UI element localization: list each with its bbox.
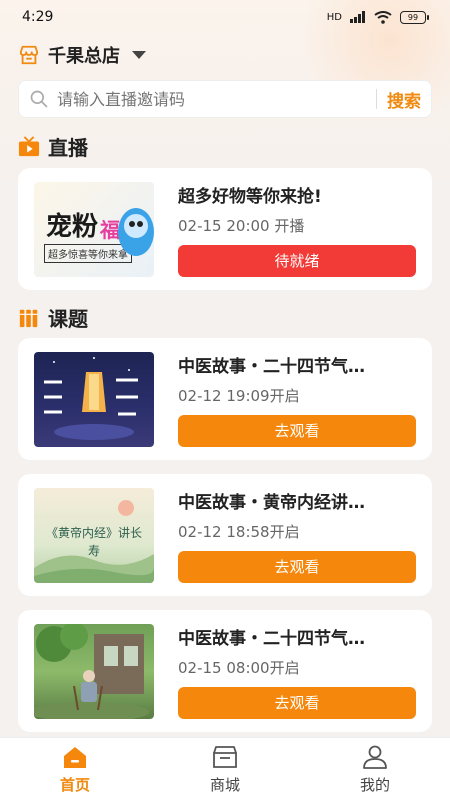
store-icon [19, 45, 39, 65]
course-card[interactable]: 中医故事・二十四节气… 02-15 08:00开启 去观看 [18, 610, 432, 732]
course-title: 中医故事・黄帝内经讲… [178, 492, 365, 513]
wifi-icon [374, 10, 392, 24]
tab-home[interactable]: 首页 [0, 738, 150, 800]
mascot-image [118, 207, 154, 256]
tv-icon [18, 135, 40, 156]
course-time: 02-12 18:58开启 [178, 523, 300, 541]
pending-button[interactable]: 待就绪 [178, 244, 416, 277]
course-title: 中医故事・二十四节气… [178, 356, 365, 377]
live-card-body: 超多好物等你来抢! 02-15 20:00 开播 待就绪 [178, 182, 416, 277]
course-time: 02-15 08:00开启 [178, 659, 300, 677]
watch-button[interactable]: 去观看 [178, 686, 416, 719]
tab-shop[interactable]: 商城 [150, 738, 300, 800]
live-section-header: 直播 [18, 132, 88, 161]
battery-icon: 99 [400, 10, 429, 24]
live-card[interactable]: 宠粉 福利 超多惊喜等你来拿 超多好物等你来抢! 02-15 20:00 开播 … [18, 168, 432, 290]
garden-image [34, 623, 149, 719]
course-thumbnail [34, 351, 154, 447]
live-title: 超多好物等你来抢! [178, 186, 322, 207]
watch-button[interactable]: 去观看 [178, 550, 416, 583]
course-card-body: 中医故事・二十四节气… 02-12 19:09开启 去观看 [178, 352, 416, 447]
profile-icon [363, 745, 387, 769]
course-title: 中医故事・二十四节气… [178, 628, 365, 649]
course-section-title: 课题 [48, 307, 88, 331]
network-label: HD [326, 11, 342, 23]
chevron-down-icon [132, 51, 146, 59]
live-section-title: 直播 [48, 136, 88, 160]
status-time: 4:29 [22, 9, 54, 25]
bottom-tab-bar: 首页 商城 我的 [0, 737, 450, 800]
course-card-body: 中医故事・黄帝内经讲… 02-12 18:58开启 去观看 [178, 488, 416, 583]
status-icons: HD 99 [326, 10, 429, 24]
course-card-body: 中医故事・二十四节气… 02-15 08:00开启 去观看 [178, 624, 416, 719]
signal-icon [350, 11, 365, 23]
store-selector[interactable]: 千果总店 [18, 42, 146, 68]
battery-level: 99 [407, 12, 419, 22]
status-bar: 4:29 HD 99 [0, 0, 450, 34]
search-icon [30, 90, 48, 108]
course-card[interactable]: 《黄帝内经》讲长寿 中医故事・黄帝内经讲… 02-12 18:58开启 去观看 [18, 474, 432, 596]
course-thumbnail: 《黄帝内经》讲长寿 [34, 487, 154, 583]
search-button[interactable]: 搜索 [387, 87, 421, 112]
tab-profile[interactable]: 我的 [300, 738, 450, 800]
home-icon [64, 746, 86, 768]
shop-icon [213, 745, 237, 768]
watch-button[interactable]: 去观看 [178, 414, 416, 447]
course-section-header: 课题 [18, 303, 88, 332]
live-thumbnail: 宠粉 福利 超多惊喜等你来拿 [34, 181, 154, 277]
live-thumb-main-text: 宠粉 [46, 211, 99, 242]
course-thumb-text: 《黄帝内经》讲长寿 [45, 525, 142, 558]
live-time: 02-15 20:00 开播 [178, 217, 305, 235]
lantern-image [44, 356, 138, 440]
tab-shop-label: 商城 [209, 775, 240, 794]
course-thumbnail [34, 623, 154, 719]
course-card[interactable]: 中医故事・二十四节气… 02-12 19:09开启 去观看 [18, 338, 432, 460]
search-divider [376, 89, 377, 109]
books-icon [19, 309, 38, 327]
tab-home-label: 首页 [59, 775, 90, 794]
tab-profile-label: 我的 [359, 775, 390, 794]
invite-code-input[interactable] [57, 89, 366, 109]
course-time: 02-12 19:09开启 [178, 387, 300, 405]
store-name: 千果总店 [48, 46, 120, 67]
search-bar: 搜索 [18, 80, 432, 118]
